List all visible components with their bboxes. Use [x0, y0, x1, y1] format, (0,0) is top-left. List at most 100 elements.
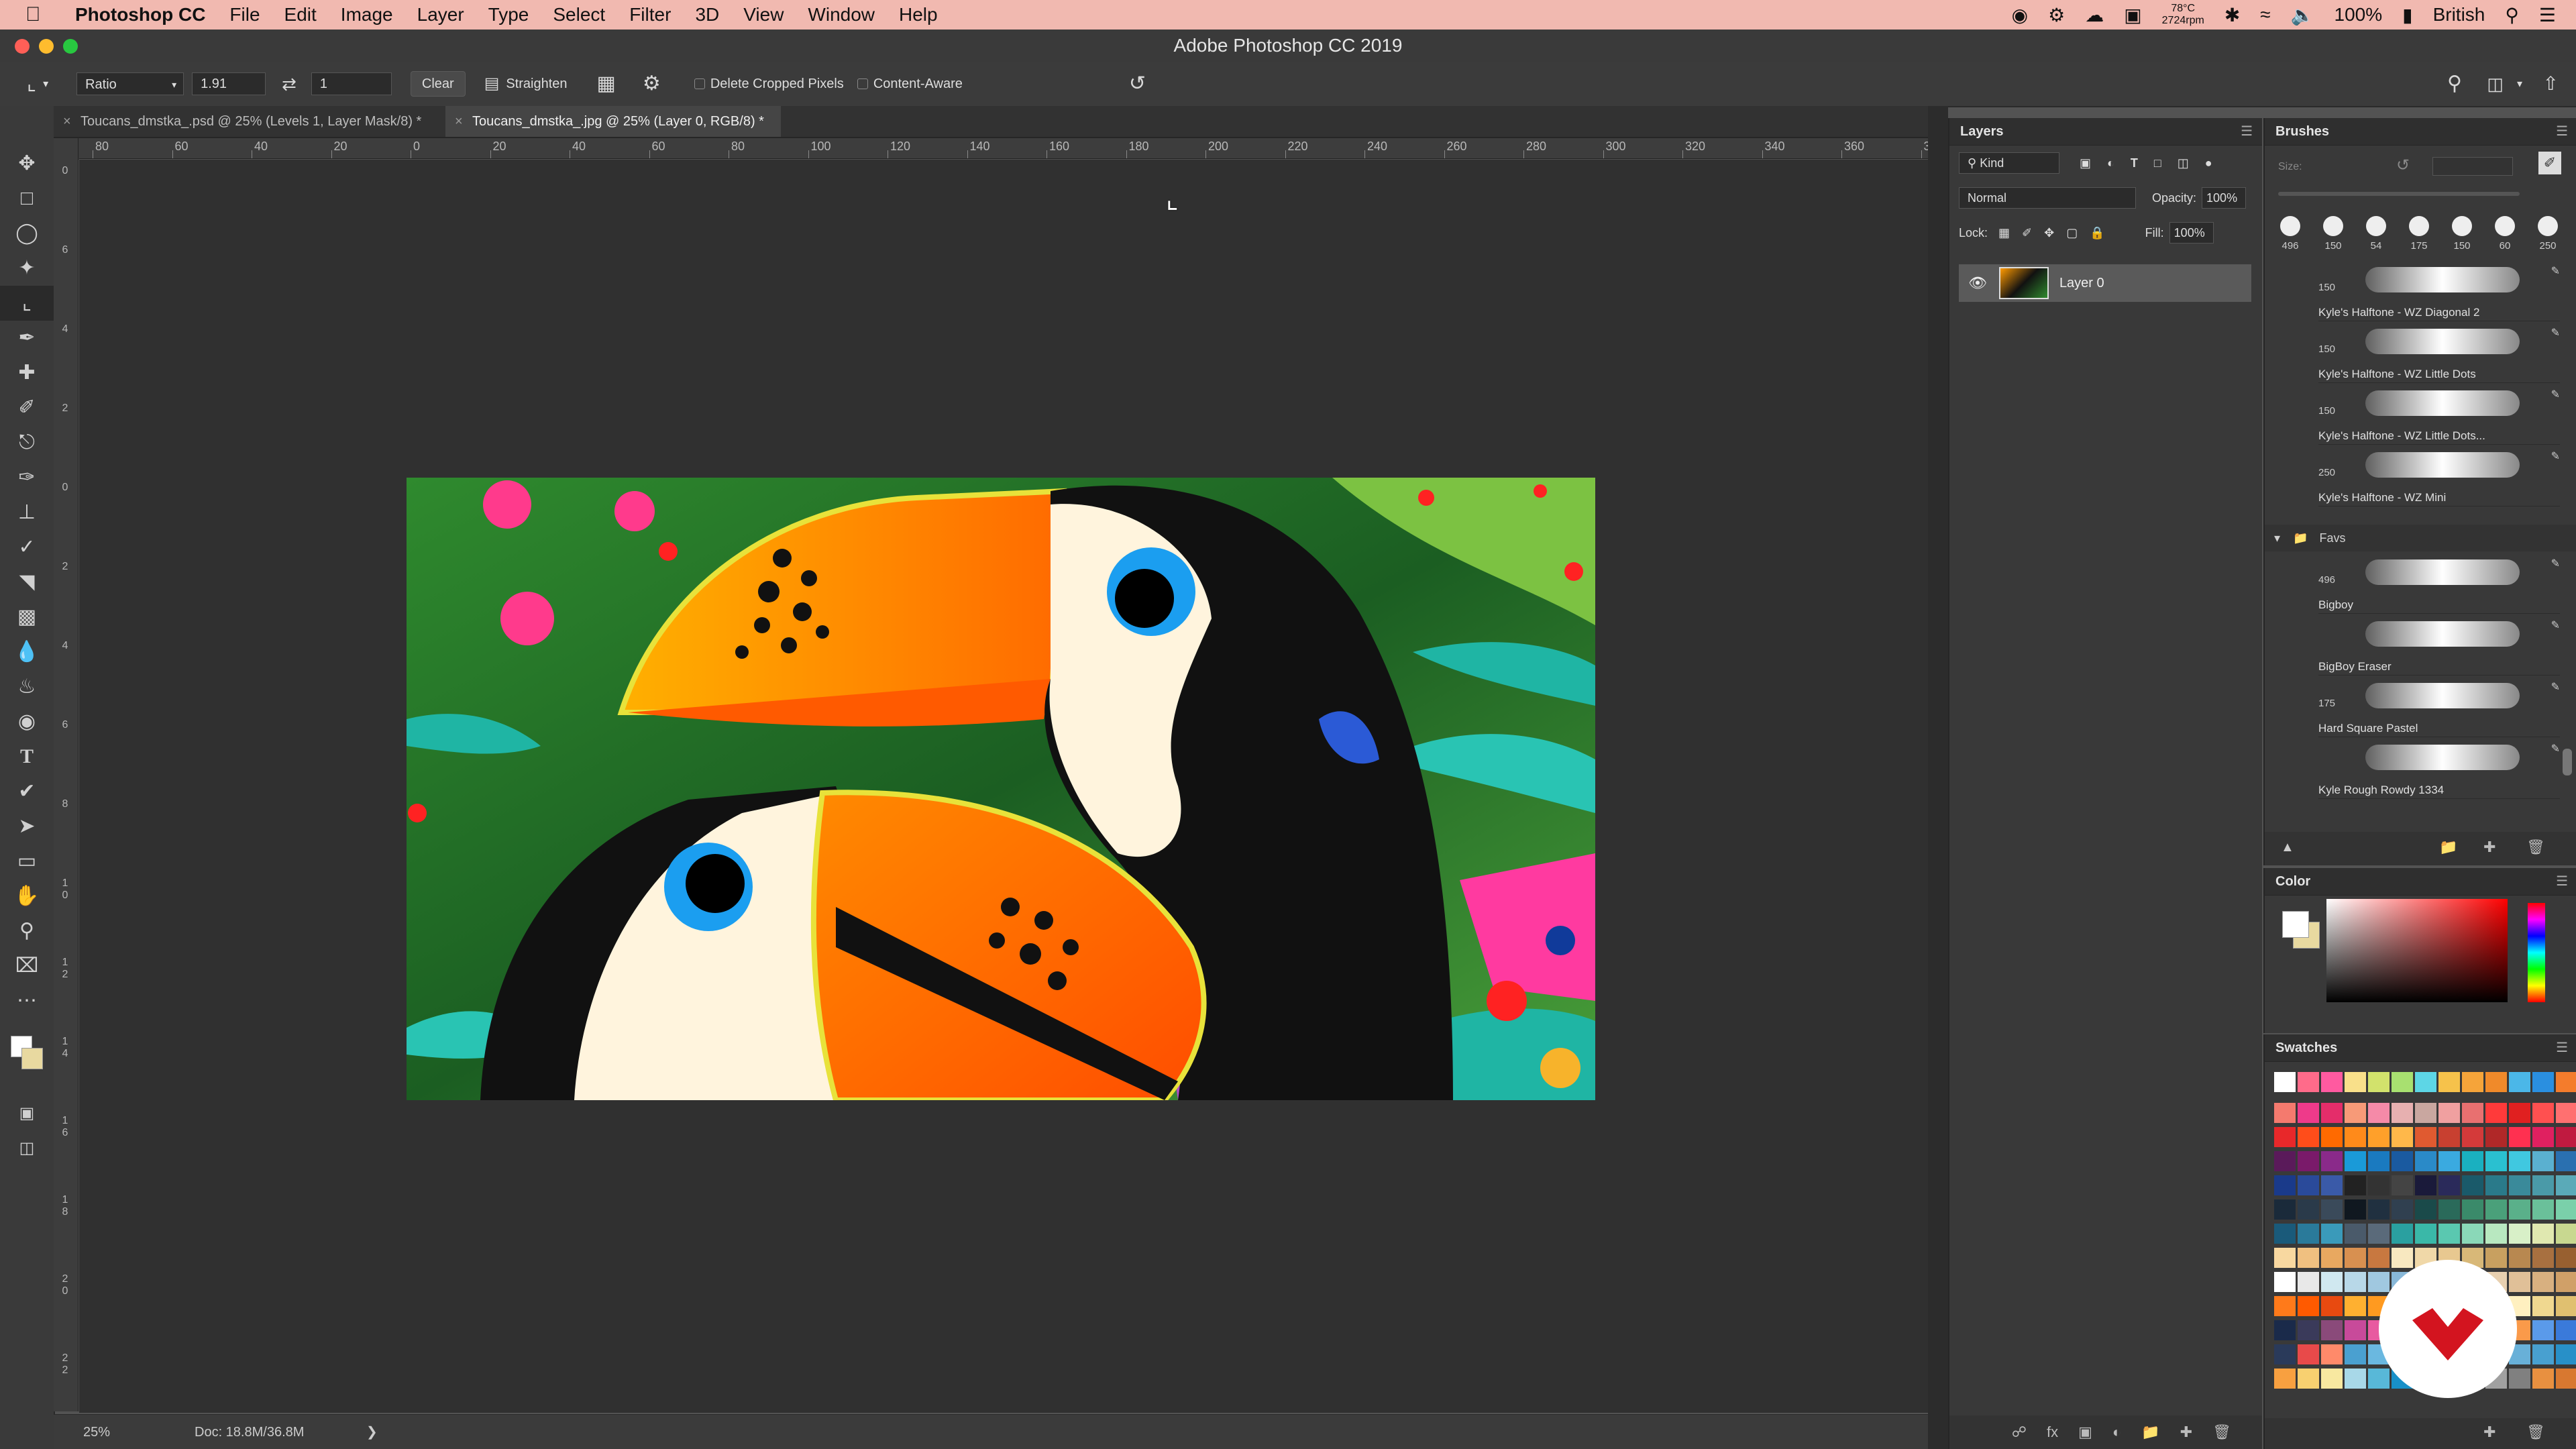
new-brush-icon[interactable]: ✚: [2483, 839, 2496, 856]
color-swatch[interactable]: [2321, 1272, 2343, 1292]
hand-tool-icon[interactable]: ✋: [0, 879, 54, 914]
color-swatch[interactable]: [2509, 1175, 2530, 1195]
input-source[interactable]: British: [2433, 4, 2485, 25]
color-swatch[interactable]: [2438, 1175, 2460, 1195]
brush-preset-item[interactable]: 175 Hard Square Pastel ✎: [2318, 679, 2560, 737]
path-selection-tool-icon[interactable]: ➤: [0, 809, 54, 844]
color-swatch[interactable]: [2368, 1072, 2390, 1092]
delete-swatch-icon[interactable]: 🗑: [2526, 1424, 2545, 1441]
color-swatch[interactable]: [2298, 1072, 2319, 1092]
color-swatch[interactable]: [2532, 1103, 2554, 1123]
brushes-scrollbar[interactable]: [2563, 749, 2572, 775]
panel-menu-icon[interactable]: ☰: [2556, 1034, 2568, 1061]
panel-menu-icon[interactable]: ☰: [2241, 118, 2253, 145]
color-swatch[interactable]: [2345, 1320, 2366, 1340]
frame-tool-icon[interactable]: ⌧: [0, 949, 54, 983]
brush-tip-preset[interactable]: 150: [2316, 216, 2351, 252]
color-swatch[interactable]: [2532, 1224, 2554, 1244]
color-swatch[interactable]: [2368, 1199, 2390, 1220]
toucan-artwork-canvas[interactable]: [407, 478, 1595, 1100]
color-swatch[interactable]: [2509, 1224, 2530, 1244]
color-swatch[interactable]: [2345, 1248, 2366, 1268]
edit-brush-icon[interactable]: ✎: [2551, 388, 2560, 401]
color-swatch[interactable]: [2298, 1368, 2319, 1389]
color-swatch[interactable]: [2415, 1103, 2436, 1123]
lock-artboard-icon[interactable]: ▢: [2066, 226, 2078, 240]
color-swatch[interactable]: [2415, 1127, 2436, 1147]
ratio-select[interactable]: Ratio ▾: [76, 72, 184, 95]
horizontal-ruler[interactable]: 80 60 40 20 0 20 40 60 80 100 120 140 160 180 200 220 24…: [79, 138, 1928, 159]
cpu-temperature[interactable]: 78°C 2724rpm: [2162, 3, 2204, 27]
hue-slider[interactable]: [2528, 903, 2545, 1002]
menu-view[interactable]: View: [743, 4, 784, 25]
fx-icon[interactable]: fx: [2047, 1424, 2058, 1441]
delete-cropped-pixels-checkbox[interactable]: Delete Cropped Pixels: [694, 76, 844, 92]
screen-mode-icon[interactable]: ◫: [0, 1131, 54, 1166]
color-swatch[interactable]: [2274, 1320, 2296, 1340]
new-brush-icon[interactable]: ✐: [2538, 152, 2561, 174]
color-swatch[interactable]: [2509, 1127, 2530, 1147]
menu-app-name[interactable]: Photoshop CC: [75, 4, 205, 25]
color-swatch[interactable]: [2321, 1368, 2343, 1389]
pixel-filter-icon[interactable]: ▣: [2080, 156, 2091, 170]
color-swatch[interactable]: [2298, 1320, 2319, 1340]
eraser-tool-icon[interactable]: ◥: [0, 565, 54, 600]
color-swatch[interactable]: [2392, 1072, 2413, 1092]
color-swatch[interactable]: [2532, 1199, 2554, 1220]
color-swatch[interactable]: [2298, 1224, 2319, 1244]
color-swatch[interactable]: [2556, 1224, 2576, 1244]
color-swatch[interactable]: [2345, 1175, 2366, 1195]
color-swatch[interactable]: [2462, 1224, 2483, 1244]
color-swatch[interactable]: [2298, 1296, 2319, 1316]
color-swatch[interactable]: [2532, 1368, 2554, 1389]
quick-mask-icon[interactable]: ▣: [0, 1096, 54, 1131]
color-swatch[interactable]: [2462, 1175, 2483, 1195]
color-swatch[interactable]: [2556, 1368, 2576, 1389]
brush-tool-icon[interactable]: ✐: [0, 390, 54, 425]
overlay-grid-icon[interactable]: ▦: [597, 74, 616, 94]
color-swatch[interactable]: [2274, 1224, 2296, 1244]
menu-window[interactable]: Window: [808, 4, 875, 25]
color-swatch[interactable]: [2368, 1127, 2390, 1147]
layers-panel-header[interactable]: Layers ☰: [1949, 118, 2262, 146]
apple-icon[interactable]: : [25, 3, 55, 26]
color-swatch[interactable]: [2556, 1199, 2576, 1220]
color-swatch[interactable]: [2556, 1272, 2576, 1292]
close-window-button[interactable]: [15, 39, 30, 54]
size-input[interactable]: [2432, 157, 2513, 176]
color-swatch[interactable]: [2345, 1368, 2366, 1389]
color-swatch[interactable]: [2274, 1175, 2296, 1195]
lasso-tool-icon[interactable]: ◯: [0, 216, 54, 251]
color-swatch[interactable]: [2462, 1103, 2483, 1123]
color-swatch[interactable]: [2485, 1199, 2507, 1220]
eyedropper-tool-icon[interactable]: ✒: [0, 321, 54, 356]
search-icon[interactable]: ⚲: [2447, 74, 2462, 94]
size-slider[interactable]: [2278, 192, 2520, 196]
color-swatch[interactable]: [2298, 1127, 2319, 1147]
menu-type[interactable]: Type: [488, 4, 529, 25]
edit-brush-icon[interactable]: ✎: [2551, 680, 2560, 694]
new-swatch-icon[interactable]: ✚: [2483, 1424, 2496, 1441]
lock-all-icon[interactable]: 🔒: [2090, 226, 2104, 240]
color-swatch[interactable]: [2532, 1272, 2554, 1292]
tab-toucans-jpg[interactable]: × Toucans_dmstka_.jpg @ 25% (Layer 0, RGB…: [445, 106, 781, 137]
brush-tip-preset[interactable]: 250: [2530, 216, 2565, 252]
brush-group-favs[interactable]: ▾ 📁 Favs: [2265, 525, 2576, 551]
color-swatch[interactable]: [2485, 1224, 2507, 1244]
color-swatch[interactable]: [2415, 1224, 2436, 1244]
edit-brush-icon[interactable]: ✎: [2551, 264, 2560, 278]
minimize-window-button[interactable]: [39, 39, 54, 54]
color-swatch[interactable]: [2274, 1127, 2296, 1147]
color-swatch[interactable]: [2438, 1224, 2460, 1244]
crop-tool-icon[interactable]: ⌞: [27, 74, 36, 94]
ratio-width-input[interactable]: [192, 72, 266, 95]
swap-icon[interactable]: ⇄: [282, 75, 297, 93]
color-swatch[interactable]: [2274, 1368, 2296, 1389]
color-swatch[interactable]: [2321, 1127, 2343, 1147]
brush-preset-item[interactable]: 150 Kyle's Halftone - WZ Little Dots ✎: [2318, 325, 2560, 383]
color-swatch[interactable]: [2438, 1199, 2460, 1220]
color-swatch[interactable]: [2485, 1127, 2507, 1147]
type-tool-icon[interactable]: T: [0, 739, 54, 774]
blur-tool-icon[interactable]: 💧: [0, 635, 54, 669]
color-swatch[interactable]: [2485, 1175, 2507, 1195]
